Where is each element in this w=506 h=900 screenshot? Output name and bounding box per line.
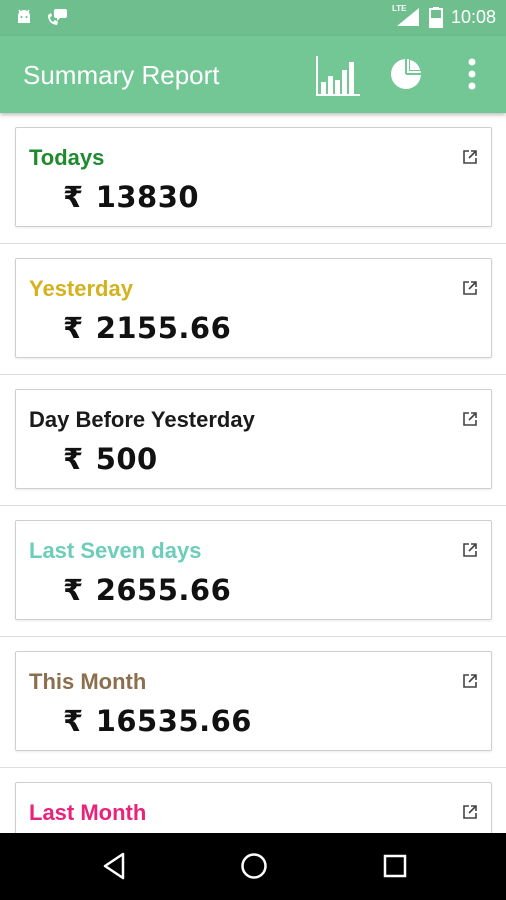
status-bar: LTE 10:08 [0,0,506,36]
summary-card-day-before-yesterday[interactable]: Day Before Yesterday ₹500 [15,389,492,489]
amount-value: 13830 [95,180,200,214]
signal-icon: LTE [391,4,421,28]
phone-icon [48,9,67,25]
bar-chart-icon[interactable] [314,52,360,98]
currency-symbol: ₹ [63,573,84,607]
currency-symbol: ₹ [63,704,84,738]
navigation-bar [0,833,506,900]
home-icon[interactable] [239,851,269,881]
list-item: Last Seven days ₹2655.66 [0,506,506,637]
summary-card-last-month[interactable]: Last Month [15,782,492,833]
card-title: This Month [29,669,147,694]
summary-list: Todays ₹13830 Yesterday ₹2155.66 Day Bef… [0,113,506,833]
summary-card-this-month[interactable]: This Month ₹16535.66 [15,651,492,751]
card-amount: ₹500 [63,442,158,476]
android-icon [18,9,30,23]
amount-value: 2655.66 [95,573,232,607]
list-item: Last Month [0,768,506,833]
card-amount: ₹16535.66 [63,704,252,738]
currency-symbol: ₹ [63,442,84,476]
card-amount: ₹13830 [63,180,199,214]
summary-card-yesterday[interactable]: Yesterday ₹2155.66 [15,258,492,358]
card-title: Todays [29,145,105,170]
summary-card-last-seven-days[interactable]: Last Seven days ₹2655.66 [15,520,492,620]
currency-symbol: ₹ [63,311,84,345]
open-in-new-icon[interactable] [463,150,477,164]
list-item: Day Before Yesterday ₹500 [0,375,506,506]
summary-card-today[interactable]: Todays ₹13830 [15,127,492,227]
open-in-new-icon[interactable] [463,543,477,557]
notification-icons [14,7,68,27]
open-in-new-icon[interactable] [463,805,477,819]
list-item: Yesterday ₹2155.66 [0,244,506,375]
card-title: Yesterday [29,276,133,301]
clock: 10:08 [450,6,496,27]
battery-icon [428,7,443,28]
card-amount: ₹2655.66 [63,573,231,607]
app-bar: Summary Report [0,36,506,113]
page-title: Summary Report [23,60,220,90]
card-title: Last Month [29,800,147,825]
back-icon[interactable] [101,851,127,881]
recents-icon[interactable] [381,851,409,881]
pie-chart-icon[interactable] [388,56,424,92]
network-type: LTE [391,4,407,13]
amount-value: 2155.66 [95,311,232,345]
card-title: Day Before Yesterday [29,407,255,432]
list-item: Todays ₹13830 [0,113,506,244]
system-icons: LTE 10:08 [391,4,496,28]
card-title: Last Seven days [29,538,202,563]
open-in-new-icon[interactable] [463,412,477,426]
open-in-new-icon[interactable] [463,674,477,688]
currency-symbol: ₹ [63,180,84,214]
amount-value: 16535.66 [95,704,252,738]
overflow-menu-icon[interactable] [462,56,482,92]
list-item: This Month ₹16535.66 [0,637,506,768]
card-amount: ₹2155.66 [63,311,231,345]
amount-value: 500 [95,442,158,476]
open-in-new-icon[interactable] [463,281,477,295]
